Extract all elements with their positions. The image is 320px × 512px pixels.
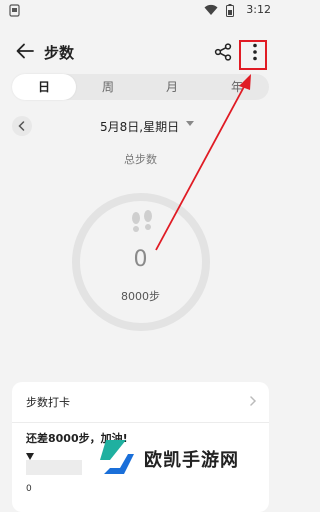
date-selector: 5月8日,星期日 [0,114,281,138]
status-time: 3:12 [246,3,271,16]
steps-goal: 8000步 [121,290,160,303]
tab-month[interactable]: 月 [140,74,204,100]
tab-week[interactable]: 周 [76,74,140,100]
steps-count: 0 [133,247,148,272]
total-steps-label: 总步数 [124,153,157,166]
chevron-right-icon[interactable] [247,394,259,408]
share-icon[interactable] [213,42,233,62]
period-tabs: 日 周 月 年 [12,74,269,100]
back-arrow-icon[interactable] [14,40,36,62]
page-title: 步数 [44,44,75,62]
tab-year[interactable]: 年 [205,74,269,100]
progress-start-label: 0 [26,484,32,494]
annotation-highlight-box [239,40,267,70]
footprints-icon [132,210,152,232]
watermark-text: 欧凯手游网 [144,450,239,471]
progress-marker [26,453,34,460]
watermark-logo [100,440,134,474]
card-title: 步数打卡 [26,396,70,409]
chevron-left-icon [18,121,25,131]
progress-bar [26,460,82,475]
current-date[interactable]: 5月8日,星期日 [100,118,179,135]
caret-down-icon[interactable] [186,121,194,126]
battery-icon [226,4,234,17]
divider [12,422,269,423]
tab-day[interactable]: 日 [12,74,76,100]
status-bar: 3:12 [0,0,281,22]
app-notification-icon [9,4,20,17]
previous-day-button[interactable] [12,116,32,136]
wifi-icon [204,4,218,15]
